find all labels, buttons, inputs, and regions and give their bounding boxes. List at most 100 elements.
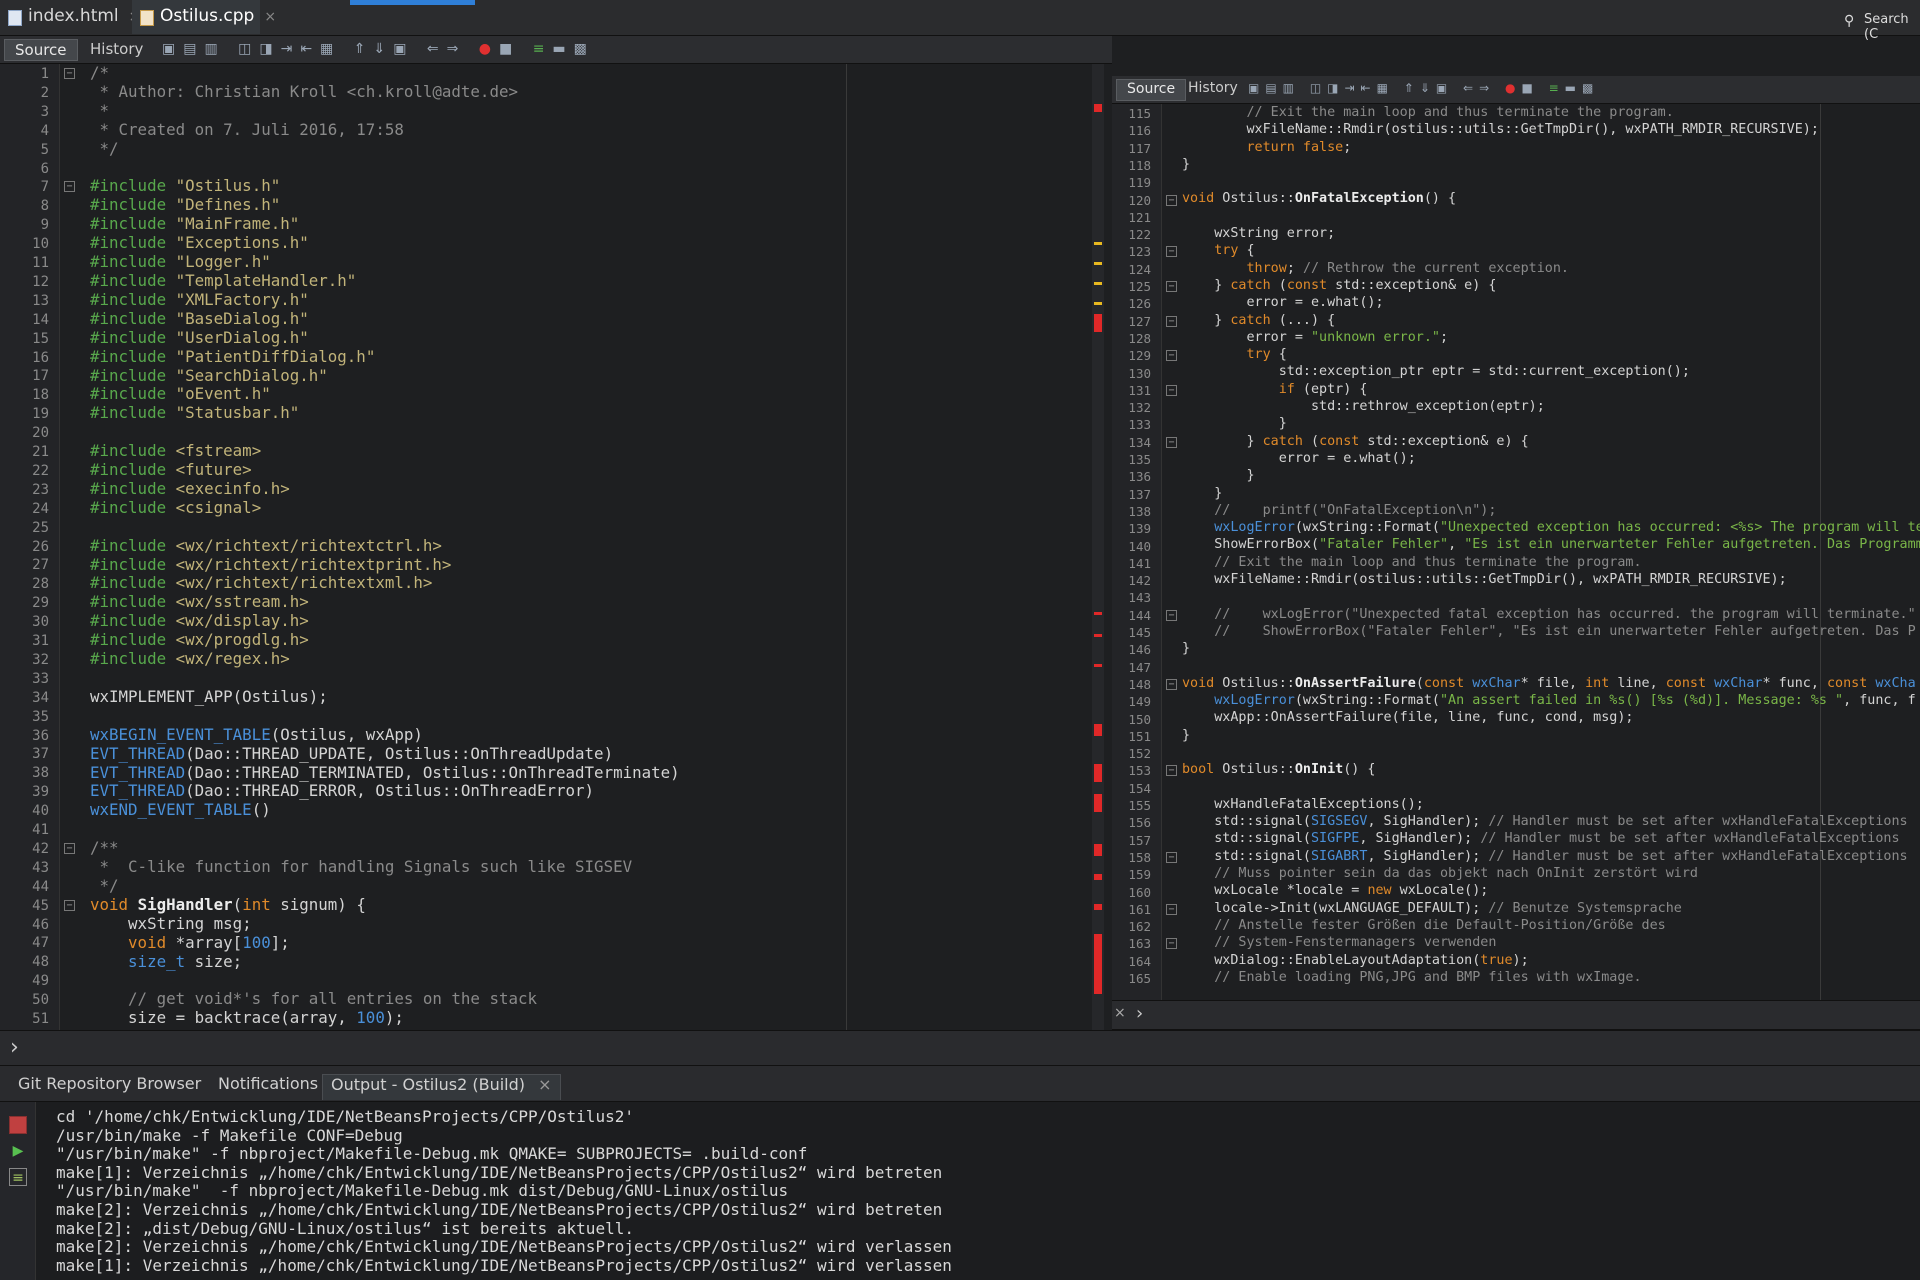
- tab-label: index.html: [28, 6, 119, 26]
- html-file-icon: [8, 10, 22, 26]
- line-number: 125: [1128, 279, 1151, 294]
- fold-toggle-icon[interactable]: −: [1166, 384, 1177, 396]
- line-number: 43: [32, 859, 49, 876]
- line-number: 138: [1128, 503, 1151, 519]
- line-number: 118: [1128, 157, 1151, 173]
- line-number: 120: [1128, 192, 1151, 208]
- line-number: 157: [1128, 832, 1151, 848]
- active-indicator: [350, 0, 475, 5]
- fold-toggle-icon[interactable]: −: [1166, 194, 1177, 206]
- expand-arrow-icon[interactable]: ›: [1136, 1003, 1143, 1024]
- tab-output-build[interactable]: Output - Ostilus2 (Build) ×: [322, 1074, 561, 1100]
- fold-toggle-icon[interactable]: −: [1166, 436, 1177, 448]
- warning-mark[interactable]: [1094, 282, 1102, 285]
- line-number: 23: [32, 481, 49, 498]
- line-number: 119: [1128, 175, 1151, 191]
- line-number: 8: [40, 198, 49, 215]
- line-number: 50: [32, 992, 49, 1009]
- source-button[interactable]: Source: [4, 39, 78, 61]
- fold-toggle-icon[interactable]: −: [1166, 350, 1177, 362]
- stop-icon[interactable]: [9, 1116, 27, 1134]
- error-mark[interactable]: [1094, 874, 1102, 880]
- search-icon: ⚲: [1844, 13, 1855, 29]
- error-mark[interactable]: [1094, 724, 1102, 736]
- line-number: 46: [32, 916, 49, 933]
- fold-toggle-icon[interactable]: −: [1166, 281, 1177, 292]
- search-input[interactable]: ⚲ Search (C: [1842, 12, 1920, 42]
- right-editor-toolbar: Source History ▣▤▥ ◫◨⇥⇤▦ ⇑⇓▣ ⇐⇒ ●■ ≡▬▩: [1112, 76, 1920, 104]
- error-mark[interactable]: [1094, 314, 1102, 332]
- line-number: 139: [1128, 521, 1151, 537]
- line-number: 131: [1128, 382, 1151, 398]
- line-number: 16: [32, 349, 49, 366]
- editor-action-icons[interactable]: ▣▤▥ ◫◨⇥⇤▦ ⇑⇓▣ ⇐⇒ ●■ ≡▬▩: [1248, 81, 1599, 95]
- tab-ostilus-cpp[interactable]: Ostilus.cpp ×: [132, 0, 276, 34]
- source-button[interactable]: Source: [1116, 79, 1187, 101]
- right-editor[interactable]: 115 116 117 118 119 120 121 122 123 124 125 126 127 1…: [1112, 104, 1920, 1000]
- expand-arrow-icon[interactable]: ›: [10, 1035, 19, 1060]
- line-number: 51: [32, 1011, 49, 1027]
- line-number: 162: [1128, 919, 1151, 935]
- line-number: 124: [1128, 261, 1151, 277]
- error-mark[interactable]: [1094, 664, 1102, 667]
- warning-mark[interactable]: [1094, 302, 1102, 305]
- output-settings-icon[interactable]: ≡: [9, 1168, 27, 1186]
- fold-toggle-icon[interactable]: −: [64, 68, 75, 79]
- line-number: 47: [32, 935, 49, 952]
- output-window[interactable]: ▶ ≡ cd '/home/chk/Entwicklung/IDE/NetBea…: [0, 1102, 1920, 1280]
- line-number: 155: [1128, 798, 1151, 813]
- error-mark[interactable]: [1094, 794, 1102, 812]
- fold-toggle-icon[interactable]: −: [1166, 315, 1177, 327]
- fold-toggle-icon[interactable]: −: [1166, 765, 1177, 777]
- warning-mark[interactable]: [1094, 262, 1102, 265]
- error-mark[interactable]: [1094, 612, 1102, 615]
- warning-mark[interactable]: [1094, 242, 1102, 245]
- line-number: 2: [40, 84, 49, 101]
- left-error-stripe[interactable]: [1092, 64, 1104, 1046]
- error-mark[interactable]: [1094, 634, 1102, 637]
- code-area[interactable]: /* * Author: Christian Kroll <ch.kroll@a…: [90, 64, 680, 1028]
- rerun-icon[interactable]: ▶: [9, 1142, 27, 1160]
- output-line: "/usr/bin/make" -f nbproject/Makefile-De…: [56, 1144, 808, 1164]
- fold-toggle-icon[interactable]: −: [1166, 851, 1177, 863]
- tab-index-html[interactable]: index.html×: [0, 0, 140, 34]
- fold-toggle-icon[interactable]: −: [1166, 246, 1177, 258]
- fold-toggle-icon[interactable]: −: [1166, 903, 1177, 915]
- close-icon[interactable]: ×: [1114, 1005, 1126, 1021]
- editor-action-icons[interactable]: ▣▤▥ ◫◨⇥⇤▦ ⇑⇓▣ ⇐⇒ ●■ ≡▬▩: [162, 41, 595, 57]
- history-button[interactable]: History: [1178, 79, 1248, 101]
- left-editor[interactable]: 1 2 3 4 5 6 7 8 9 10 11 12 13 14 15 16 17 18 19 20 21 22 23 24 2…: [0, 64, 1112, 1046]
- search-label: Search (C: [1864, 12, 1909, 42]
- line-number: 123: [1128, 244, 1151, 260]
- output-text[interactable]: cd '/home/chk/Entwicklung/IDE/NetBeansPr…: [56, 1107, 952, 1275]
- code-area[interactable]: // Exit the main loop and thus terminate…: [1182, 104, 1920, 986]
- line-number: 7: [40, 179, 49, 196]
- fold-toggle-icon[interactable]: −: [1166, 609, 1177, 621]
- error-mark[interactable]: [1094, 934, 1102, 994]
- line-number: 19: [32, 406, 49, 423]
- fold-toggle-icon[interactable]: −: [64, 899, 75, 911]
- tab-git-repository-browser[interactable]: Git Repository Browser: [10, 1074, 209, 1100]
- line-number: 30: [32, 614, 49, 631]
- line-number: 136: [1128, 469, 1151, 485]
- fold-toggle-icon[interactable]: −: [1166, 678, 1177, 690]
- fold-toggle-icon[interactable]: −: [1166, 938, 1177, 950]
- close-icon[interactable]: ×: [538, 1075, 551, 1094]
- line-number: 132: [1128, 400, 1151, 416]
- line-number: 15: [32, 330, 49, 347]
- tab-label: Output - Ostilus2 (Build): [331, 1075, 526, 1094]
- history-button[interactable]: History: [80, 39, 153, 61]
- error-mark[interactable]: [1094, 904, 1102, 910]
- output-sidebar: ▶ ≡: [0, 1102, 36, 1280]
- file-tab-bar: index.html× Ostilus.cpp × ⚲ Search (C: [0, 0, 1920, 42]
- tab-notifications[interactable]: Notifications: [210, 1074, 326, 1100]
- error-mark[interactable]: [1094, 764, 1102, 782]
- output-line: make[2]: Verzeichnis „/home/chk/Entwickl…: [56, 1237, 952, 1257]
- close-icon[interactable]: ×: [264, 9, 276, 25]
- right-margin-line: [846, 64, 847, 1046]
- line-number: 141: [1128, 555, 1151, 571]
- fold-toggle-icon[interactable]: −: [64, 181, 75, 193]
- error-mark[interactable]: [1094, 104, 1102, 112]
- fold-toggle-icon[interactable]: −: [64, 842, 75, 854]
- error-mark[interactable]: [1094, 844, 1102, 856]
